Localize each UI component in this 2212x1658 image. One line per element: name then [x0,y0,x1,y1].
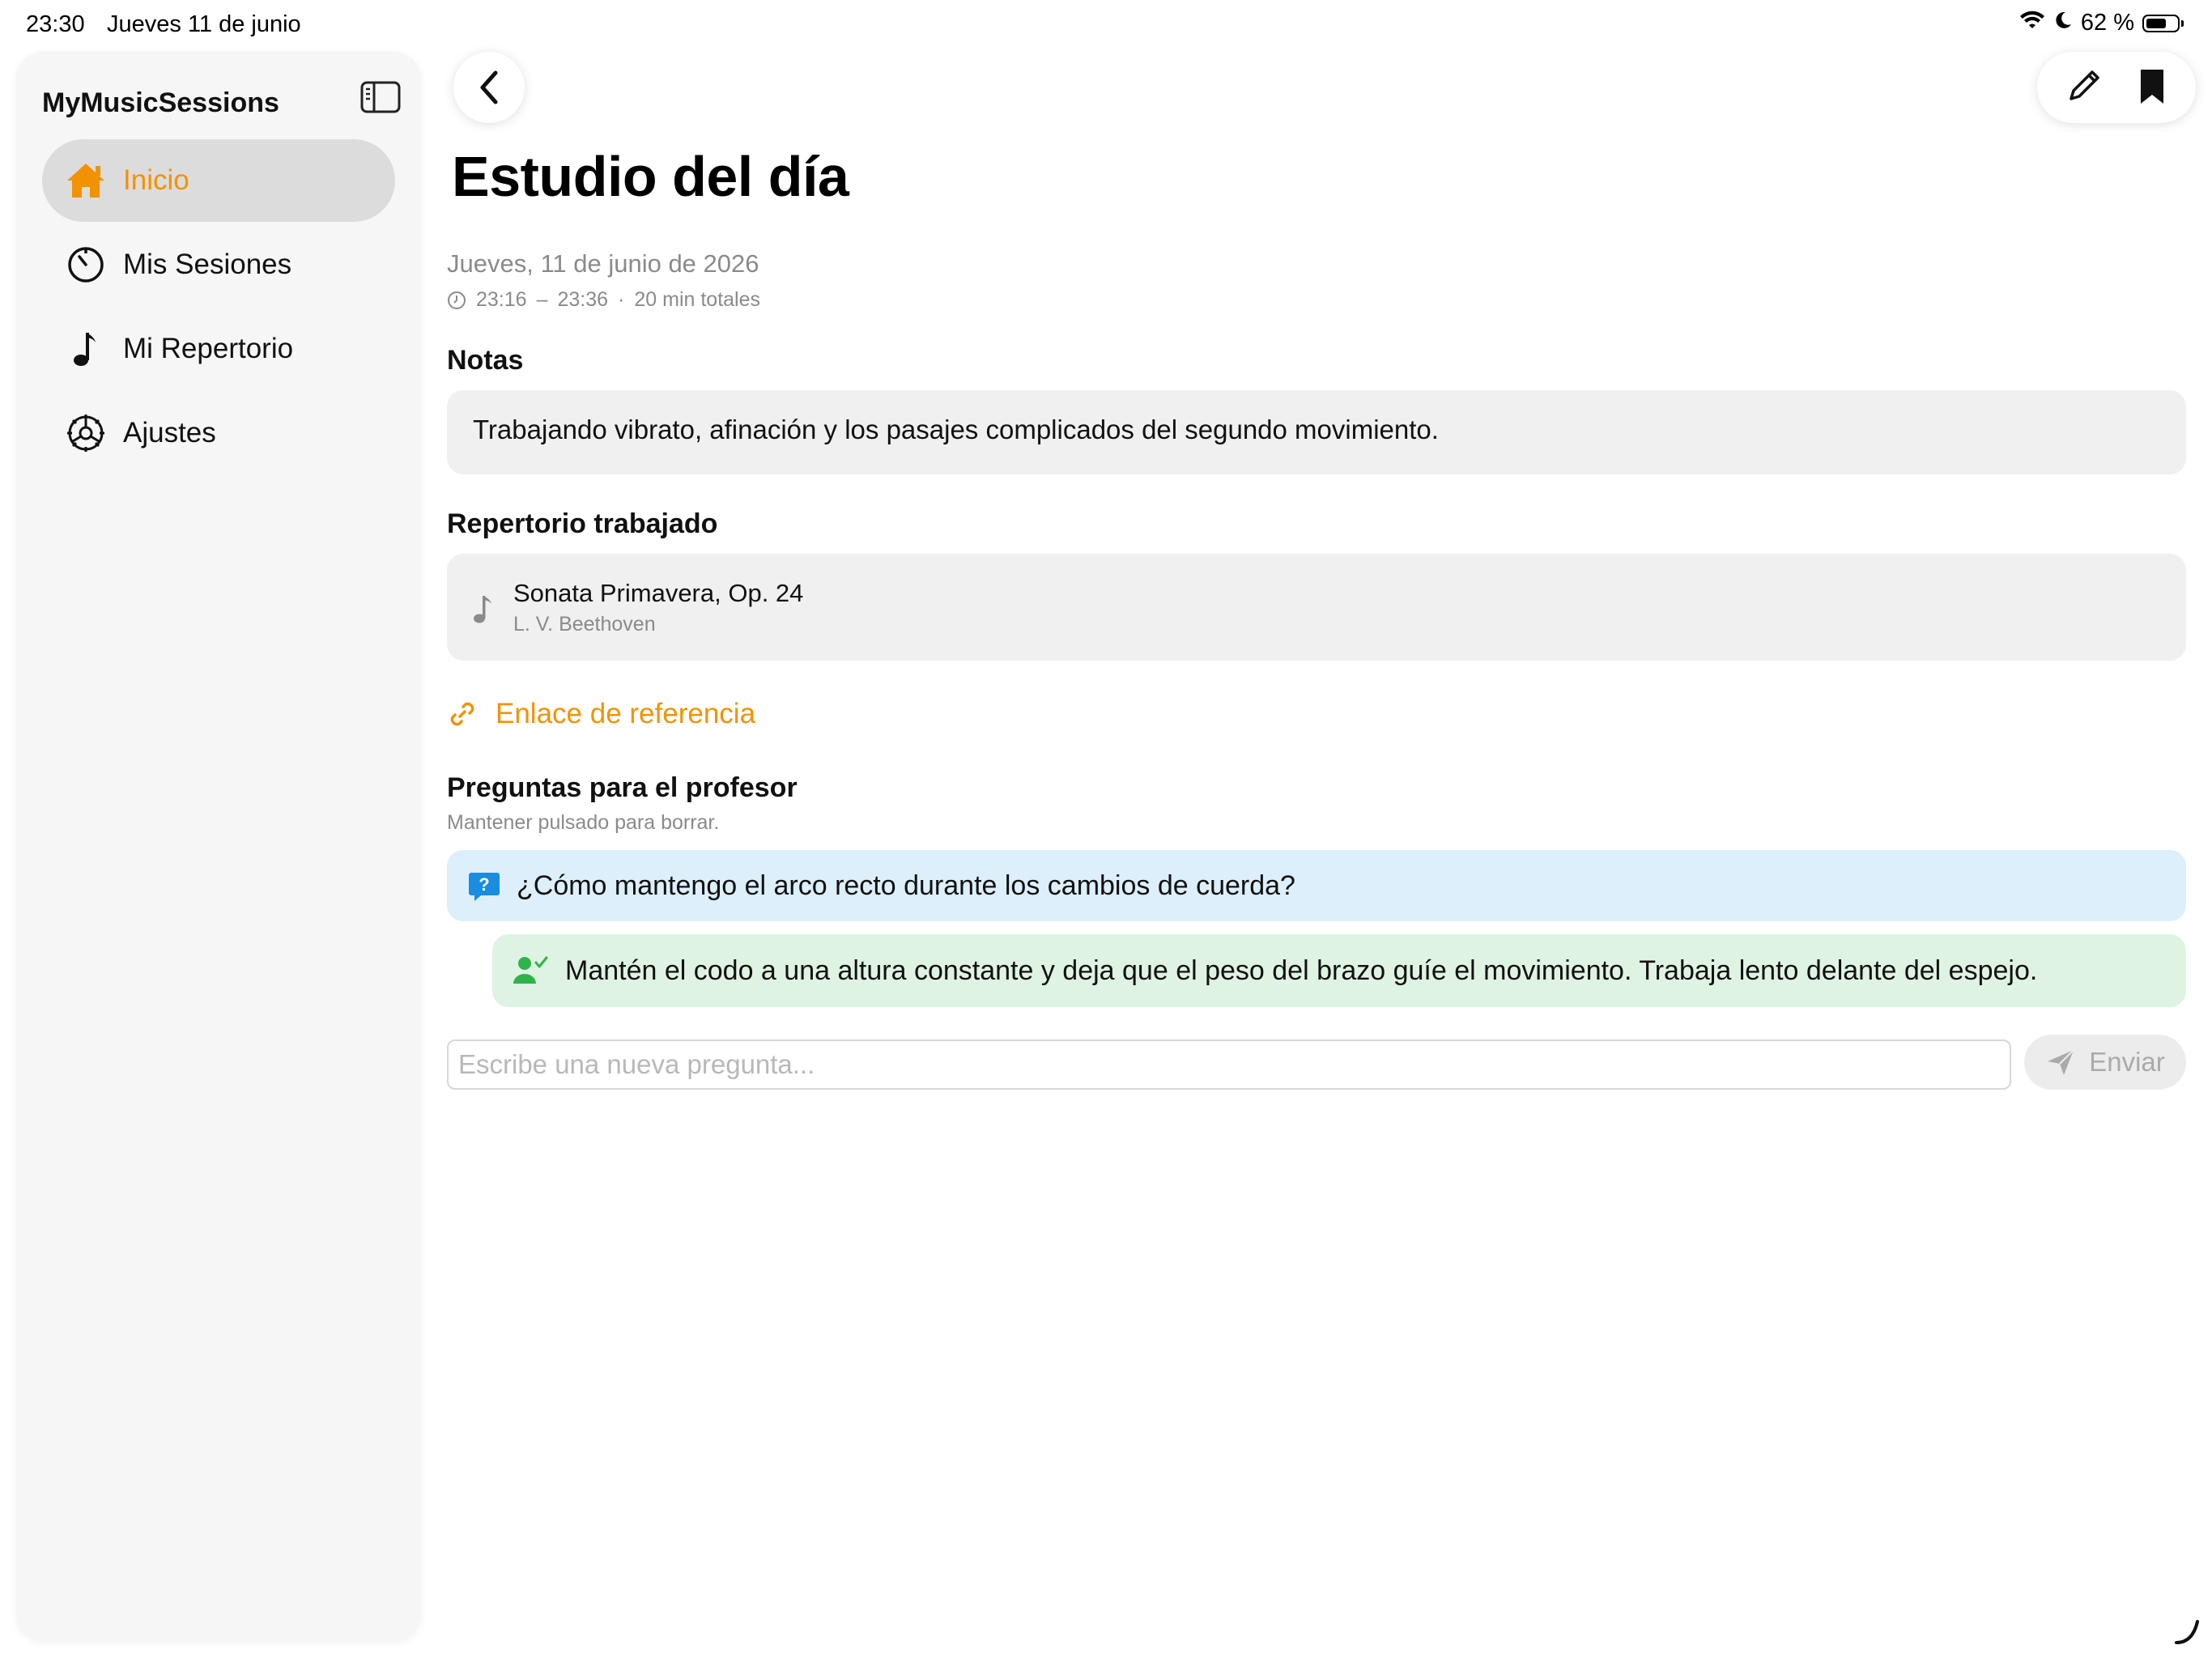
sidebar-toggle-button[interactable] [348,73,413,121]
svg-text:?: ? [479,874,489,895]
session-dash: – [536,288,548,311]
timer-icon [65,244,107,286]
notes-heading: Notas [447,345,524,376]
session-start: 23:16 [476,288,527,311]
question-bubble[interactable]: ? ¿Cómo mantengo el arco recto durante l… [447,850,2186,921]
sidebar-item-label: Ajustes [123,417,216,449]
piece-composer: L. V. Beethoven [513,612,656,636]
send-icon [2048,1049,2074,1075]
resize-corner-icon[interactable] [2173,1618,2201,1650]
questions-heading: Preguntas para el profesor [447,772,798,803]
answer-bubble[interactable]: Mantén el codo a una altura constante y … [492,934,2186,1007]
wifi-icon [2019,10,2045,36]
notes-card: Trabajando vibrato, afinación y los pasa… [447,390,2186,474]
status-time: 23:30 [26,11,85,37]
reference-link-label: Enlace de referencia [496,698,756,729]
teacher-check-icon [513,954,549,987]
answer-text: Mantén el codo a una altura constante y … [565,954,2038,986]
edit-button[interactable] [2066,68,2102,108]
sidebar-item-label: Mis Sesiones [123,249,292,280]
app-title: MyMusicSessions [42,87,279,118]
sidebar-item-label: Inicio [123,164,189,196]
battery-icon [2142,14,2184,32]
notes-text: Trabajando vibrato, afinación y los pasa… [473,414,1439,444]
repertoire-item[interactable]: Sonata Primavera, Op. 24 L. V. Beethoven [447,554,2186,661]
repertoire-heading: Repertorio trabajado [447,508,718,539]
questions-hint: Mantener pulsado para borrar. [447,811,720,834]
session-time: 23:16 – 23:36 · 20 min totales [447,288,760,312]
house-icon [65,159,107,202]
question-bubble-icon: ? [468,869,500,902]
reference-link[interactable]: Enlace de referencia [447,698,755,730]
back-button[interactable] [453,52,525,123]
session-total: 20 min totales [634,288,760,311]
sidebar-item-inicio[interactable]: Inicio [42,139,395,222]
status-date: Jueves 11 de junio [107,11,301,37]
question-text: ¿Cómo mantengo el arco recto durante los… [517,869,1295,901]
status-indicators: 62 % [2019,10,2184,36]
new-question-input[interactable] [447,1039,2011,1090]
sidebar-item-mis-sesiones[interactable]: Mis Sesiones [42,223,395,306]
battery-percent: 62 % [2080,10,2134,36]
sidebar-item-label: Mi Repertorio [123,333,294,364]
session-end: 23:36 [557,288,609,311]
send-button[interactable]: Enviar [2024,1035,2186,1090]
sidebar-toggle-icon [360,81,401,113]
clock-icon [448,291,466,309]
send-label: Enviar [2089,1047,2165,1077]
chevron-left-icon [480,70,498,104]
gear-icon [65,412,107,454]
bookmark-icon [2141,69,2163,104]
music-note-icon [65,328,107,370]
link-icon [450,702,474,726]
session-date: Jueves, 11 de junio de 2026 [447,249,759,278]
bookmark-button[interactable] [2138,66,2167,109]
sidebar-item-ajustes[interactable]: Ajustes [42,392,395,474]
session-dot: · [618,288,625,311]
action-button-group [2037,52,2196,123]
music-note-icon [471,593,496,629]
moon-icon [2053,10,2073,36]
sidebar-item-mi-repertorio[interactable]: Mi Repertorio [42,308,395,390]
pencil-icon [2069,70,2099,100]
sidebar: MyMusicSessions Inicio Mis Sesiones Mi R… [16,52,421,1642]
piece-title: Sonata Primavera, Op. 24 [513,578,804,607]
page-title: Estudio del día [452,145,849,208]
